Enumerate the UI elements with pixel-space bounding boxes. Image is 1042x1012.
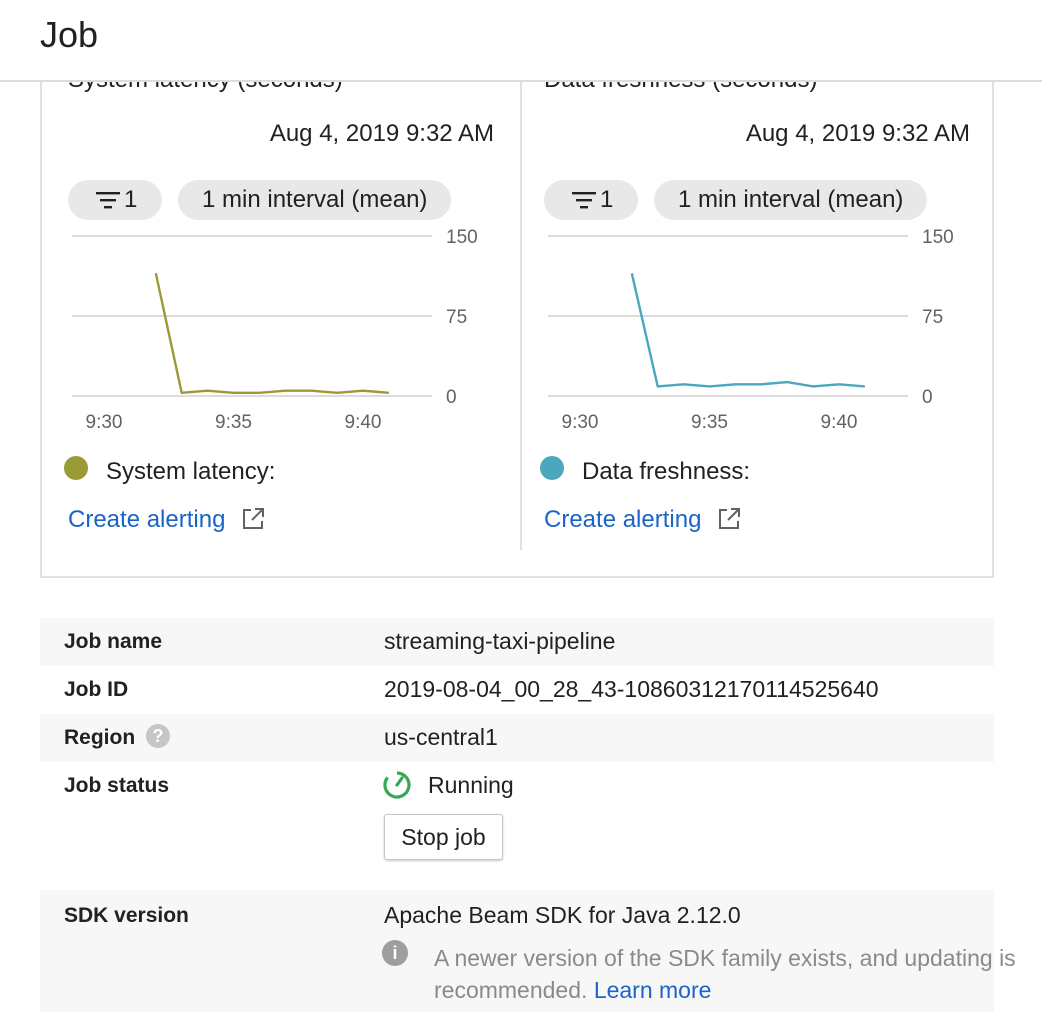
help-icon[interactable]: ?	[146, 724, 170, 748]
stop-job-button[interactable]: Stop job	[384, 814, 503, 860]
region-label: Region	[64, 726, 136, 749]
filter-icon	[96, 192, 120, 209]
job-status-row: Job status Running	[40, 762, 994, 810]
external-link-icon[interactable]	[240, 506, 266, 532]
x-tick-label: 9:40	[821, 412, 858, 433]
sdk-version-label: SDK version	[64, 904, 189, 927]
running-status-icon	[383, 771, 411, 799]
data-freshness-chart: 0 75 150 9:30 9:35 9:40	[548, 227, 954, 433]
job-id-label: Job ID	[64, 678, 129, 701]
filter-chip[interactable]: 1	[544, 180, 638, 220]
metrics-card: System latency (seconds) Aug 4, 2019 9:3…	[40, 60, 994, 578]
y-tick-label: 0	[446, 387, 457, 408]
y-tick-label: 150	[922, 227, 954, 248]
sdk-version-row: SDK version Apache Beam SDK for Java 2.1…	[40, 890, 1016, 1012]
info-icon: i	[382, 940, 408, 966]
stop-job-row: Stop job	[40, 810, 994, 890]
sdk-note-text: A newer version of the SDK family exists…	[434, 945, 1016, 1003]
x-tick-label: 9:35	[691, 412, 728, 433]
filter-count: 1	[124, 186, 138, 213]
sdk-version-value: Apache Beam SDK for Java 2.12.0	[384, 902, 741, 928]
legend-dot	[540, 456, 564, 480]
filter-count: 1	[600, 186, 614, 213]
region-row: Region ? us-central1	[40, 714, 994, 762]
chart-timestamp: Aug 4, 2019 9:32 AM	[745, 120, 970, 147]
job-id-row: Job ID 2019-08-04_00_28_43-1086031217011…	[40, 666, 994, 714]
interval-chip[interactable]: 1 min interval (mean)	[178, 180, 452, 220]
system-latency-panel: System latency (seconds) Aug 4, 2019 9:3…	[42, 60, 502, 560]
job-name-row: Job name streaming-taxi-pipeline	[40, 618, 994, 666]
interval-chip[interactable]: 1 min interval (mean)	[654, 180, 928, 220]
y-tick-label: 75	[922, 307, 943, 328]
data-freshness-panel: Data freshness (seconds) Aug 4, 2019 9:3…	[518, 60, 978, 560]
x-tick-label: 9:30	[86, 412, 123, 433]
page-header: Job	[0, 0, 1042, 82]
job-id-value: 2019-08-04_00_28_43-10860312170114525640	[384, 676, 879, 702]
x-tick-label: 9:35	[215, 412, 252, 433]
y-tick-label: 75	[446, 307, 467, 328]
x-tick-label: 9:40	[345, 412, 382, 433]
y-tick-label: 0	[922, 387, 933, 408]
learn-more-link[interactable]: Learn more	[594, 977, 712, 1003]
legend-label: Data freshness:	[582, 458, 751, 485]
series-line	[154, 273, 389, 395]
filter-icon	[572, 192, 596, 209]
job-status-label: Job status	[64, 774, 170, 797]
job-name-label: Job name	[64, 630, 163, 653]
create-alerting-link[interactable]: Create alerting	[68, 506, 225, 534]
x-tick-label: 9:30	[562, 412, 599, 433]
job-status-value: Running	[428, 772, 514, 798]
legend-label: System latency:	[106, 458, 276, 485]
system-latency-chart: 0 75 150 9:30 9:35 9:40	[72, 227, 478, 433]
region-value: us-central1	[384, 724, 498, 750]
filter-chip[interactable]: 1	[68, 180, 162, 220]
sdk-update-note: A newer version of the SDK family exists…	[434, 942, 1034, 1006]
legend-dot	[64, 456, 88, 480]
job-details: Job name streaming-taxi-pipeline Job ID …	[40, 618, 1016, 1012]
external-link-icon[interactable]	[716, 506, 742, 532]
job-name-value: streaming-taxi-pipeline	[384, 628, 616, 654]
y-tick-label: 150	[446, 227, 478, 248]
create-alerting-link[interactable]: Create alerting	[544, 506, 701, 534]
page-title: Job	[40, 14, 99, 55]
series-line	[630, 273, 865, 388]
chart-timestamp: Aug 4, 2019 9:32 AM	[269, 120, 494, 147]
